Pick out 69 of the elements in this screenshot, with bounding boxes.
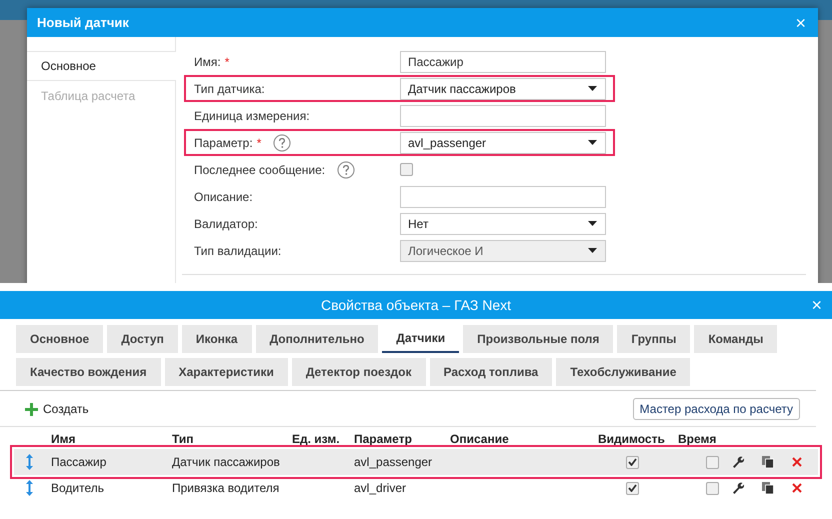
table-row[interactable]: Пассажир Датчик пассажиров avl_passenger — [14, 449, 818, 475]
field-label: Тип датчика: — [194, 82, 265, 96]
column-header: Ед. изм. — [292, 432, 341, 446]
wrench-icon — [732, 456, 744, 468]
table-cell-text: avl_passenger — [354, 455, 434, 469]
drag-handle-icon — [26, 454, 33, 470]
column-header: Параметр — [354, 432, 413, 446]
caret-icon — [588, 248, 597, 253]
tab[interactable]: Команды — [694, 325, 778, 353]
column-header: Имя — [51, 432, 77, 446]
tab[interactable]: Качество вождения — [16, 358, 161, 386]
checkbox[interactable] — [706, 456, 719, 468]
tab[interactable]: Произвольные поля — [463, 325, 614, 353]
required-mark: * — [256, 136, 262, 150]
caret-icon — [588, 140, 597, 145]
table-cell-text: Датчик пассажиров — [172, 455, 281, 469]
dialog-title: Новый датчик — [37, 15, 129, 30]
wizard-button[interactable]: Мастер расхода по расчету — [632, 398, 800, 420]
window-title: Свойства объекта – ГАЗ Next — [320, 297, 512, 313]
column-header: Время — [678, 432, 718, 446]
caret-icon — [588, 86, 597, 91]
plus-icon — [25, 402, 38, 416]
checkbox[interactable] — [706, 482, 719, 494]
table-cell-text: Пассажир — [51, 455, 108, 469]
required-mark: * — [224, 54, 230, 68]
field-label: Имя: — [194, 54, 221, 68]
field-label: Параметр: — [194, 136, 253, 150]
checkbox[interactable] — [400, 163, 413, 176]
input-field[interactable] — [400, 186, 606, 208]
dropdown[interactable]: avl_passenger — [400, 132, 606, 154]
checkbox[interactable] — [626, 456, 639, 468]
sidebar-tab[interactable]: Основное — [27, 51, 176, 81]
tab[interactable]: Основное — [16, 325, 104, 353]
table-cell-text: Привязка водителя — [172, 481, 280, 495]
caret-icon — [588, 221, 597, 226]
tab[interactable]: Группы — [617, 325, 690, 353]
field-label: Единица измерения: — [194, 108, 310, 122]
field-label: Тип валидации: — [194, 244, 282, 258]
help-icon — [337, 160, 356, 178]
input-field[interactable]: Пассажир — [400, 50, 606, 72]
tab[interactable]: Иконка — [182, 325, 252, 353]
field-label: Последнее сообщение: — [194, 162, 326, 176]
copy-icon — [762, 482, 774, 494]
delete-icon — [792, 457, 802, 467]
checkbox[interactable] — [626, 482, 639, 494]
wrench-icon — [732, 482, 744, 494]
table-cell-text: Водитель — [51, 481, 106, 495]
field-label: Валидатор: — [194, 216, 258, 230]
tab[interactable]: Детектор поездок — [292, 358, 426, 386]
tab[interactable]: Характеристики — [164, 358, 288, 386]
create-button[interactable]: Создать — [25, 402, 89, 416]
tab[interactable]: Расход топлива — [430, 358, 552, 386]
dropdown[interactable]: Нет — [400, 212, 606, 234]
column-header: Описание — [450, 432, 510, 446]
delete-icon — [792, 483, 802, 493]
tab[interactable]: Дополнительно — [256, 325, 378, 353]
help-icon — [273, 134, 292, 152]
field-label: Описание: — [194, 190, 253, 204]
drag-handle-icon — [26, 480, 33, 496]
copy-icon — [762, 456, 774, 468]
check-icon — [628, 484, 637, 492]
column-header: Видимость — [598, 432, 666, 446]
tab[interactable]: Техобслуживание — [556, 358, 690, 386]
table-cell-text: avl_driver — [354, 481, 408, 495]
column-header: Тип — [172, 432, 194, 446]
input-field[interactable] — [400, 104, 606, 126]
check-icon — [628, 458, 637, 466]
dropdown[interactable]: Датчик пассажиров — [400, 78, 606, 100]
tab[interactable]: Доступ — [107, 325, 178, 353]
